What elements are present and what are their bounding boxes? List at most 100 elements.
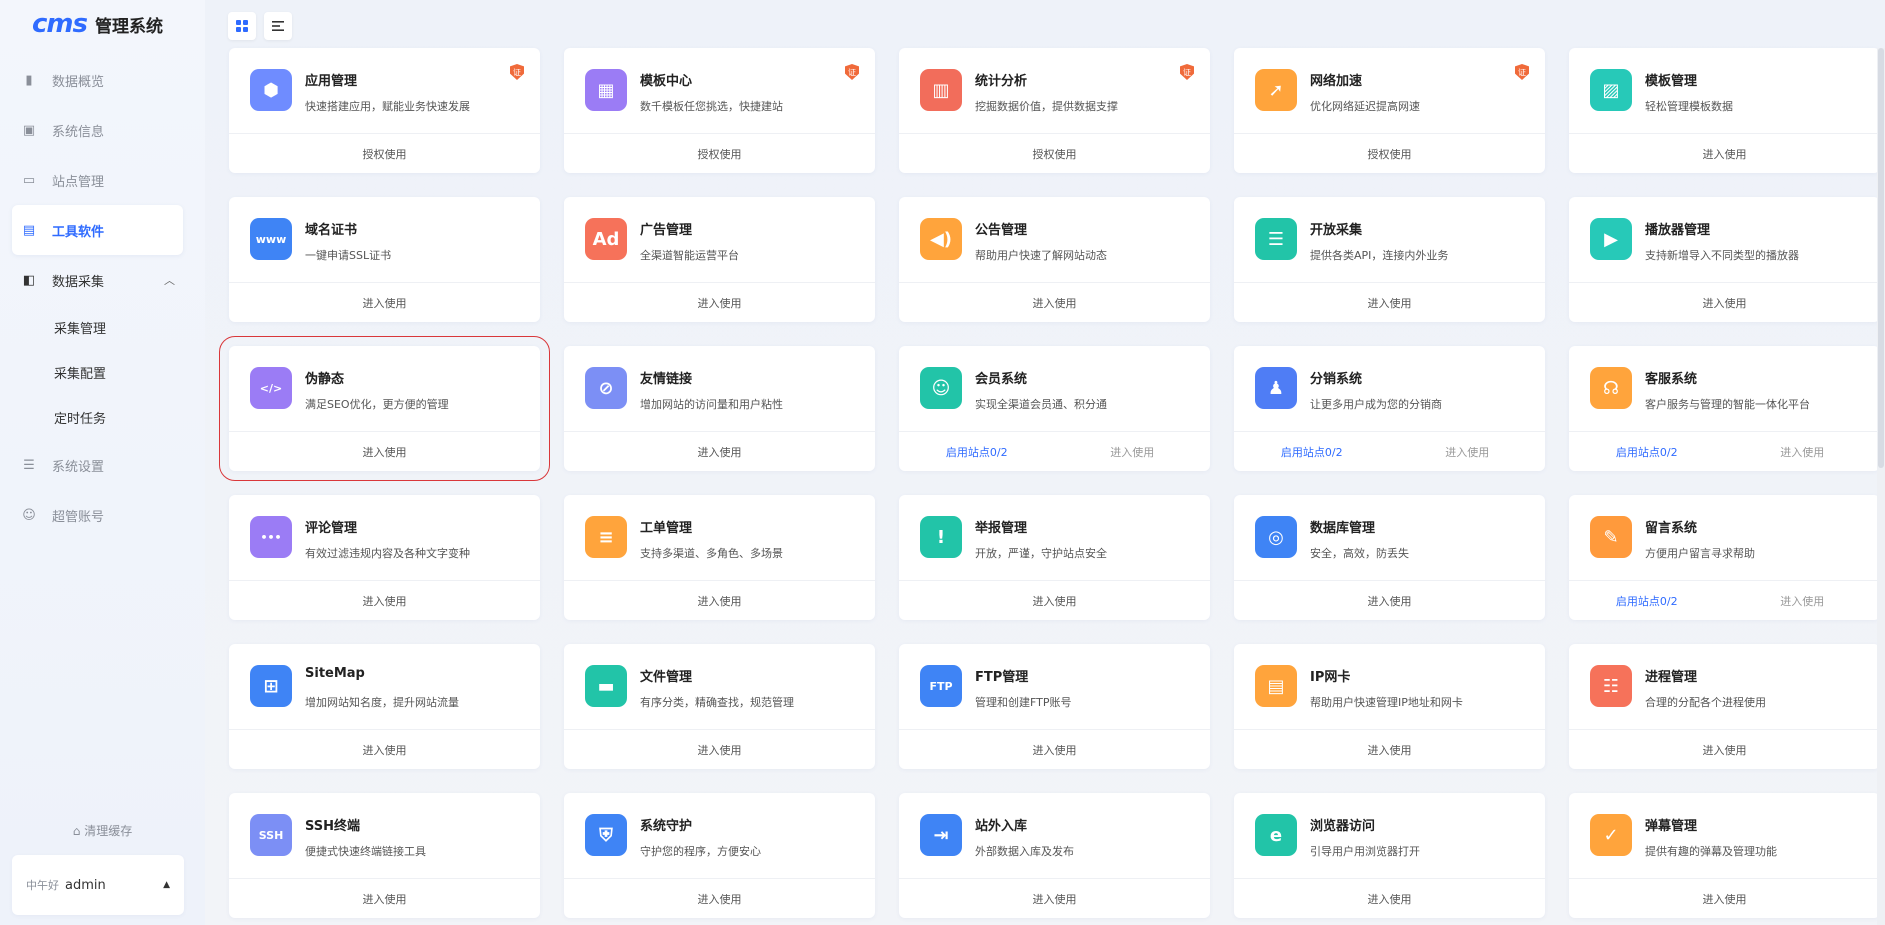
enter-use-button[interactable]: 进入使用 — [1234, 742, 1545, 758]
card-header: ▬ 文件管理 有序分类，精确查找，规范管理 — [564, 644, 875, 730]
enable-sites-link[interactable]: 启用站点0/2 — [1234, 444, 1390, 460]
enter-use-button[interactable]: 进入使用 — [1569, 295, 1880, 311]
tool-card[interactable]: ☊ 客服系统 客户服务与管理的智能一体化平台 启用站点0/2 进入使用 — [1569, 346, 1880, 471]
enter-use-button[interactable]: 进入使用 — [1569, 891, 1880, 907]
enable-sites-link[interactable]: 启用站点0/2 — [1569, 444, 1725, 460]
scrollbar-thumb[interactable] — [1878, 48, 1884, 468]
enter-use-button[interactable]: 进入使用 — [1569, 742, 1880, 758]
enter-use-button[interactable]: 进入使用 — [229, 891, 540, 907]
enter-use-button[interactable]: 进入使用 — [1234, 295, 1545, 311]
tool-card[interactable]: e 浏览器访问 引导用户用浏览器打开 进入使用 — [1234, 793, 1545, 918]
warning-icon: ! — [920, 516, 962, 558]
card-actions: 进入使用 — [1569, 730, 1880, 769]
tool-card[interactable]: ⊘ 友情链接 增加网站的访问量和用户粘性 进入使用 — [564, 346, 875, 471]
enter-use-button[interactable]: 进入使用 — [1390, 444, 1546, 460]
logo: cms 管理系统 — [32, 9, 163, 39]
tool-card[interactable]: ⛨ 系统守护 守护您的程序，方便安心 进入使用 — [564, 793, 875, 918]
enter-use-button[interactable]: 进入使用 — [229, 444, 540, 460]
card-header: ▥ 统计分析 挖掘数据价值，提供数据支撑 证 — [899, 48, 1210, 134]
tool-card[interactable]: SSH SSH终端 便捷式快速终端链接工具 进入使用 — [229, 793, 540, 918]
tool-card[interactable]: ✎ 留言系统 方便用户留言寻求帮助 启用站点0/2 进入使用 — [1569, 495, 1880, 620]
caret-up-icon: ▲ — [163, 880, 170, 890]
sidebar-item-6[interactable]: ☺ 超管账号 — [0, 490, 205, 540]
sidebar-item-0[interactable]: ▮ 数据概览 — [0, 55, 205, 105]
authorize-use-button[interactable]: 授权使用 — [899, 146, 1210, 162]
sidebar-item-1[interactable]: ▣ 系统信息 — [0, 105, 205, 155]
card-description: 有序分类，精确查找，规范管理 — [640, 696, 794, 709]
tool-card[interactable]: ⬢ 应用管理 快速搭建应用，赋能业务快速发展 证授权使用 — [229, 48, 540, 173]
tool-card[interactable]: ⊞ SiteMap 增加网站知名度，提升网站流量 进入使用 — [229, 644, 540, 769]
sidebar-item-3[interactable]: ▤ 工具软件 — [12, 205, 183, 255]
tool-card[interactable]: ≡ 工单管理 支持多渠道、多角色、多场景 进入使用 — [564, 495, 875, 620]
enable-sites-link[interactable]: 启用站点0/2 — [899, 444, 1055, 460]
sidebar-item-label: 数据采集 — [52, 274, 105, 290]
enter-use-button[interactable]: 进入使用 — [229, 593, 540, 609]
card-actions: 进入使用 — [899, 581, 1210, 620]
enter-use-button[interactable]: 进入使用 — [229, 295, 540, 311]
tool-card[interactable]: Ad 广告管理 全渠道智能运营平台 进入使用 — [564, 197, 875, 322]
tool-card[interactable]: ⇥ 站外入库 外部数据入库及发布 进入使用 — [899, 793, 1210, 918]
enter-use-button[interactable]: 进入使用 — [564, 444, 875, 460]
tool-card[interactable]: </> 伪静态 满足SEO优化，更方便的管理 进入使用 — [219, 336, 550, 481]
enter-use-button[interactable]: 进入使用 — [229, 742, 540, 758]
enter-use-button[interactable]: 进入使用 — [1725, 444, 1881, 460]
tool-card[interactable]: ▶ 播放器管理 支持新增导入不同类型的播放器 进入使用 — [1569, 197, 1880, 322]
tool-card[interactable]: ♟ 分销系统 让更多用户成为您的分销商 启用站点0/2 进入使用 — [1234, 346, 1545, 471]
tool-card[interactable]: www 域名证书 一键申请SSL证书进入使用 — [229, 197, 540, 322]
enter-use-button[interactable]: 进入使用 — [1234, 593, 1545, 609]
sliders-icon: ☰ — [23, 457, 35, 473]
enter-use-button[interactable]: 进入使用 — [899, 891, 1210, 907]
sidebar-item-label: 数据概览 — [52, 74, 105, 90]
sidebar-subitem-1[interactable]: 采集配置 — [0, 350, 205, 395]
tool-card[interactable]: ••• 评论管理 有效过滤违规内容及各种文字变种 进入使用 — [229, 495, 540, 620]
tool-card[interactable]: ▤ IP网卡 帮助用户快速管理IP地址和网卡 进入使用 — [1234, 644, 1545, 769]
enter-use-button[interactable]: 进入使用 — [1725, 593, 1881, 609]
tool-card[interactable]: ! 举报管理 开放，严谨，守护站点安全 进入使用 — [899, 495, 1210, 620]
sidebar-item-2[interactable]: ▭ 站点管理 — [0, 155, 205, 205]
sidebar-subitem-2[interactable]: 定时任务 — [0, 395, 205, 440]
card-description: 增加网站知名度，提升网站流量 — [305, 696, 459, 709]
enter-use-button[interactable]: 进入使用 — [1569, 146, 1880, 162]
sidebar-subitem-0[interactable]: 采集管理 — [0, 305, 205, 350]
enable-sites-link[interactable]: 启用站点0/2 — [1569, 593, 1725, 609]
enter-use-button[interactable]: 进入使用 — [899, 593, 1210, 609]
card-title: 统计分析 — [975, 74, 1028, 89]
monitor-icon: ▭ — [22, 172, 36, 188]
authorize-use-button[interactable]: 授权使用 — [229, 146, 540, 162]
tool-card[interactable]: ▬ 文件管理 有序分类，精确查找，规范管理进入使用 — [564, 644, 875, 769]
clear-cache-button[interactable]: ⌂ 清理缓存 — [0, 822, 205, 839]
user-menu[interactable]: 中午好 admin ▲ — [12, 855, 184, 915]
tool-card[interactable]: ✓ 弹幕管理 提供有趣的弹幕及管理功能 进入使用 — [1569, 793, 1880, 918]
enter-use-button[interactable]: 进入使用 — [899, 742, 1210, 758]
enter-use-button[interactable]: 进入使用 — [564, 742, 875, 758]
tool-card[interactable]: ▨ 模板管理 轻松管理模板数据 进入使用 — [1569, 48, 1880, 173]
tool-card[interactable]: ☷ 进程管理 合理的分配各个进程使用 进入使用 — [1569, 644, 1880, 769]
team-icon: ♟ — [1255, 367, 1297, 409]
grid-view-button[interactable] — [228, 12, 256, 40]
enter-use-button[interactable]: 进入使用 — [564, 593, 875, 609]
server-icon: ☰ — [1255, 218, 1297, 260]
sidebar-item-5[interactable]: ☰ 系统设置 — [0, 440, 205, 490]
enter-use-button[interactable]: 进入使用 — [899, 295, 1210, 311]
sidebar-item-4[interactable]: ◧ 数据采集 ︿ — [0, 255, 205, 305]
authorize-use-button[interactable]: 授权使用 — [564, 146, 875, 162]
card-header: www 域名证书 一键申请SSL证书 — [229, 197, 540, 283]
enter-use-button[interactable]: 进入使用 — [1234, 891, 1545, 907]
card-title: 开放采集 — [1310, 223, 1363, 238]
card-title: SSH终端 — [305, 819, 361, 834]
tool-card[interactable]: FTP FTP管理 管理和创建FTP账号 进入使用 — [899, 644, 1210, 769]
tool-card[interactable]: ▦ 模板中心 数千模板任您挑选，快捷建站 证授权使用 — [564, 48, 875, 173]
authorize-use-button[interactable]: 授权使用 — [1234, 146, 1545, 162]
enter-use-button[interactable]: 进入使用 — [1055, 444, 1211, 460]
enter-use-button[interactable]: 进入使用 — [564, 295, 875, 311]
tool-card[interactable]: ☰ 开放采集 提供各类API，连接内外业务 进入使用 — [1234, 197, 1545, 322]
enter-use-button[interactable]: 进入使用 — [564, 891, 875, 907]
tool-card[interactable]: ☺ 会员系统 实现全渠道会员通、积分通 启用站点0/2 进入使用 — [899, 346, 1210, 471]
tool-card[interactable]: ◎ 数据库管理 安全，高效，防丢失 进入使用 — [1234, 495, 1545, 620]
list-view-button[interactable] — [264, 12, 292, 40]
tool-card[interactable]: ▥ 统计分析 挖掘数据价值，提供数据支撑 证授权使用 — [899, 48, 1210, 173]
tool-card[interactable]: ◀) 公告管理 帮助用户快速了解网站动态 进入使用 — [899, 197, 1210, 322]
card-description: 有效过滤违规内容及各种文字变种 — [305, 547, 470, 560]
tool-card[interactable]: ➚ 网络加速 优化网络延迟提高网速 证授权使用 — [1234, 48, 1545, 173]
card-description: 帮助用户快速了解网站动态 — [975, 249, 1107, 262]
